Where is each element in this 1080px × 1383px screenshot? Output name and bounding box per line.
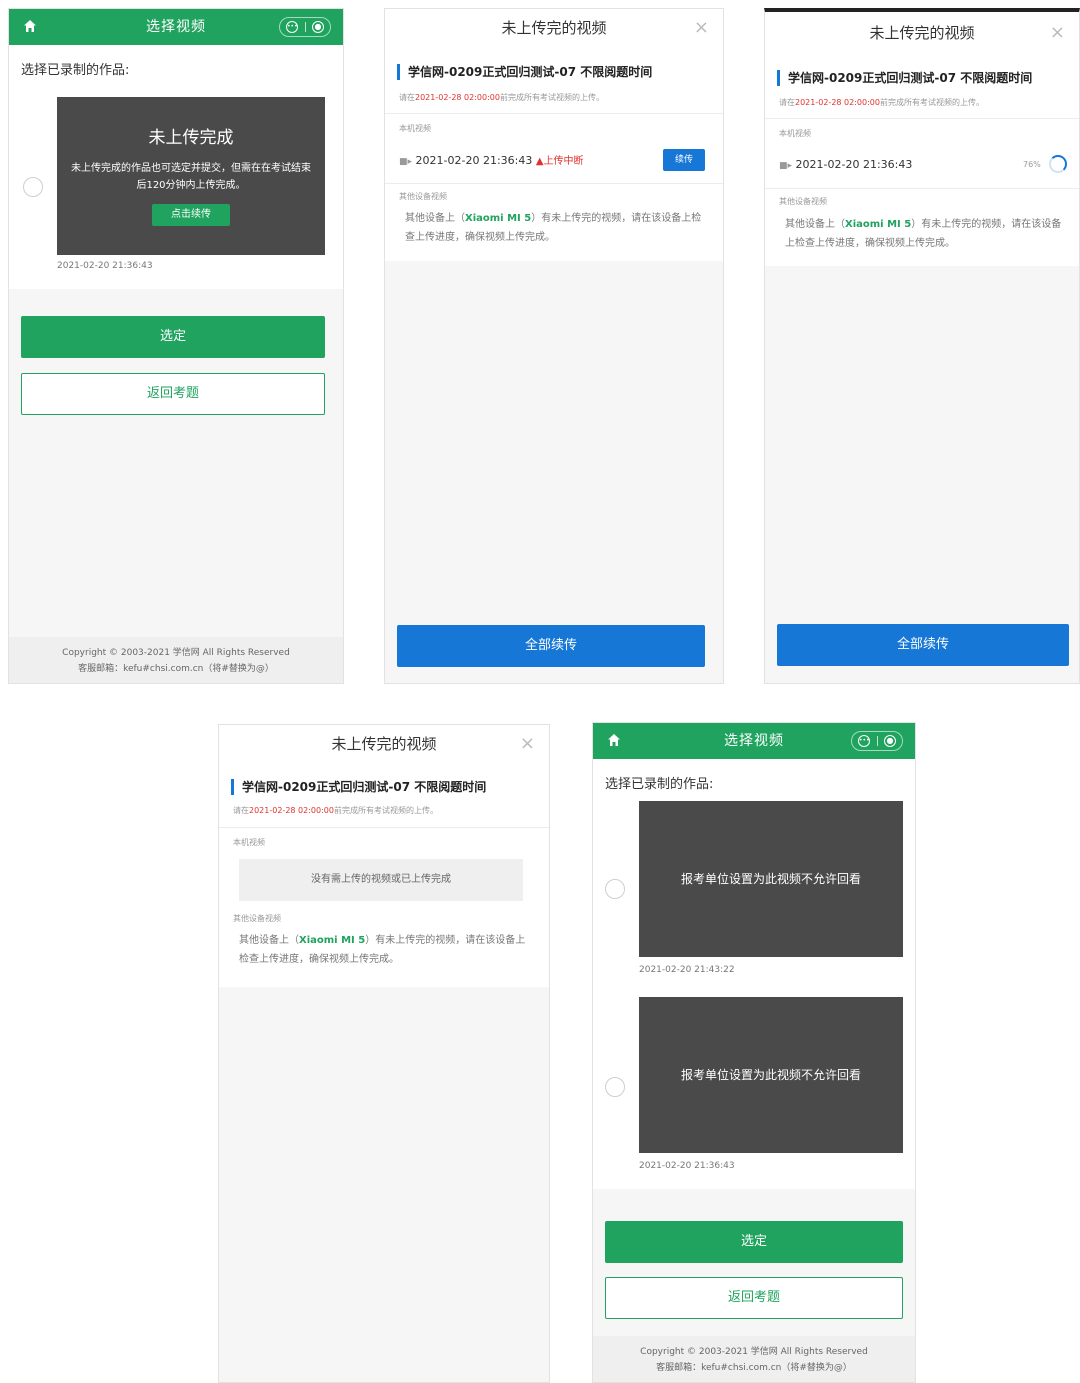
other-device-notice: 其他设备上（Xiaomi MI 5）有未上传完的视频，请在该设备上检查上传进度，… xyxy=(785,219,1062,249)
support-email-text: 客服邮箱：kefu#chsi.com.cn（将#替换为@） xyxy=(78,664,274,674)
modal-panel: 未上传完的视频 × 学信网-0209正式回归测试-07 不限阅题时间 请在202… xyxy=(219,725,549,987)
footer: Copyright © 2003-2021 学信网 All Rights Res… xyxy=(9,637,343,683)
resume-all-button[interactable]: 全部续传 xyxy=(397,625,705,667)
select-prompt: 选择已录制的作品: xyxy=(21,63,130,78)
upload-interrupted-text: 上传中断 xyxy=(543,156,584,167)
video-list: 选择已录制的作品: 报考单位设置为此视频不允许回看 2021-02-20 21:… xyxy=(593,759,915,1189)
header-bar: 选择视频 ••• ● xyxy=(593,723,915,759)
screen-select-video-1: 选择视频 ••• ● 选择已录制的作品: 未上传完成 未上传完成的作品也可选定并… xyxy=(8,8,344,684)
screen-upload-progress: 未上传完的视频 × 学信网-0209正式回归测试-07 不限阅题时间 请在202… xyxy=(764,8,1080,684)
divider xyxy=(219,827,549,828)
more-icon[interactable]: ••• xyxy=(858,735,870,747)
deadline-text: 请在2021-02-28 02:00:00前完成所有考试视频的上传。 xyxy=(233,806,438,815)
modal-panel: 未上传完的视频 × 学信网-0209正式回归测试-07 不限阅题时间 请在202… xyxy=(765,12,1079,266)
other-device-label: 其他设备视频 xyxy=(399,192,447,201)
video-time: 2021-02-20 21:43:22 xyxy=(639,965,735,975)
copyright-text: Copyright © 2003-2021 学信网 All Rights Res… xyxy=(640,1347,868,1357)
empty-upload-message: 没有需上传的视频或已上传完成 xyxy=(239,859,523,901)
close-icon[interactable]: × xyxy=(520,733,535,754)
other-device-notice: 其他设备上（Xiaomi MI 5）有未上传完的视频，请在该设备上检查上传进度，… xyxy=(405,213,702,243)
exam-name: 学信网-0209正式回归测试-07 不限阅题时间 xyxy=(777,70,1067,86)
more-icon[interactable]: ••• xyxy=(286,21,298,33)
deadline-text: 请在2021-02-28 02:00:00前完成所有考试视频的上传。 xyxy=(779,98,984,107)
confirm-button[interactable]: 选定 xyxy=(21,316,325,358)
local-video-label: 本机视频 xyxy=(399,124,431,133)
other-device-label: 其他设备视频 xyxy=(779,197,827,206)
exam-name: 学信网-0209正式回归测试-07 不限阅题时间 xyxy=(231,779,537,795)
resume-all-button[interactable]: 全部续传 xyxy=(777,624,1069,666)
exam-name: 学信网-0209正式回归测试-07 不限阅题时间 xyxy=(397,64,711,80)
modal-title: 未上传完的视频 xyxy=(869,24,975,42)
divider xyxy=(765,188,1079,189)
local-video-label: 本机视频 xyxy=(233,838,265,847)
screen-select-video-2: 选择视频 ••• ● 选择已录制的作品: 报考单位设置为此视频不允许回看 202… xyxy=(592,722,916,1383)
deadline-text: 请在2021-02-28 02:00:00前完成所有考试视频的上传。 xyxy=(399,93,604,102)
copyright-text: Copyright © 2003-2021 学信网 All Rights Res… xyxy=(62,648,290,658)
other-device-label: 其他设备视频 xyxy=(233,914,281,923)
divider xyxy=(385,113,723,114)
header-bar: 选择视频 ••• ● xyxy=(9,9,343,45)
capsule-divider xyxy=(305,22,306,32)
capsule-divider xyxy=(877,736,878,746)
miniapp-capsule: ••• ● xyxy=(279,17,331,37)
upload-spinner-icon xyxy=(1049,155,1067,173)
resume-upload-button[interactable]: 点击续传 xyxy=(152,204,230,226)
footer: Copyright © 2003-2021 学信网 All Rights Res… xyxy=(593,1336,915,1382)
screen-upload-interrupted: 未上传完的视频 × 学信网-0209正式回归测试-07 不限阅题时间 请在202… xyxy=(384,8,724,684)
upload-incomplete-desc: 未上传完成的作品也可选定并提交，但需在在考试结束后120分钟内上传完成。 xyxy=(71,163,311,191)
video-thumbnail[interactable]: 报考单位设置为此视频不允许回看 xyxy=(639,801,903,957)
confirm-button[interactable]: 选定 xyxy=(605,1221,903,1263)
video-list: 选择已录制的作品: 未上传完成 未上传完成的作品也可选定并提交，但需在在考试结束… xyxy=(9,45,343,289)
video-time: 2021-02-20 21:36:43 xyxy=(57,261,153,271)
video-radio[interactable] xyxy=(23,177,43,197)
divider xyxy=(765,118,1079,119)
local-video-label: 本机视频 xyxy=(779,129,811,138)
close-icon[interactable]: × xyxy=(1050,22,1065,43)
video-radio[interactable] xyxy=(605,1077,625,1097)
modal-title: 未上传完的视频 xyxy=(331,735,437,753)
progress-percent: 76% xyxy=(1023,160,1041,169)
playback-disabled-message: 报考单位设置为此视频不允许回看 xyxy=(680,1068,861,1082)
close-circle-icon[interactable]: ● xyxy=(884,735,896,747)
close-circle-icon[interactable]: ● xyxy=(312,21,324,33)
local-video-time: 2021-02-20 21:36:43 xyxy=(415,154,533,167)
video-file-icon: ■▸ xyxy=(399,157,413,167)
modal-title: 未上传完的视频 xyxy=(501,19,607,37)
back-to-question-button[interactable]: 返回考题 xyxy=(21,373,325,415)
playback-disabled-message: 报考单位设置为此视频不允许回看 xyxy=(680,872,861,886)
upload-incomplete-title: 未上传完成 xyxy=(148,128,234,148)
local-video-time: 2021-02-20 21:36:43 xyxy=(795,158,913,171)
back-to-question-button[interactable]: 返回考题 xyxy=(605,1277,903,1319)
video-file-icon: ■▸ xyxy=(779,161,793,171)
video-thumbnail[interactable]: 未上传完成 未上传完成的作品也可选定并提交，但需在在考试结束后120分钟内上传完… xyxy=(57,97,325,255)
miniapp-capsule: ••• ● xyxy=(851,731,903,751)
other-device-notice: 其他设备上（Xiaomi MI 5）有未上传完的视频，请在该设备上检查上传进度，… xyxy=(239,935,526,965)
screen-upload-empty: 未上传完的视频 × 学信网-0209正式回归测试-07 不限阅题时间 请在202… xyxy=(218,724,550,1383)
close-icon[interactable]: × xyxy=(694,17,709,38)
select-prompt: 选择已录制的作品: xyxy=(605,777,714,792)
support-email-text: 客服邮箱：kefu#chsi.com.cn（将#替换为@） xyxy=(656,1363,852,1373)
warning-icon: ▲ xyxy=(535,156,544,167)
modal-panel: 未上传完的视频 × 学信网-0209正式回归测试-07 不限阅题时间 请在202… xyxy=(385,9,723,261)
video-time: 2021-02-20 21:36:43 xyxy=(639,1161,735,1171)
resume-button[interactable]: 续传 xyxy=(663,149,705,171)
video-radio[interactable] xyxy=(605,879,625,899)
video-thumbnail[interactable]: 报考单位设置为此视频不允许回看 xyxy=(639,997,903,1153)
divider xyxy=(385,183,723,184)
